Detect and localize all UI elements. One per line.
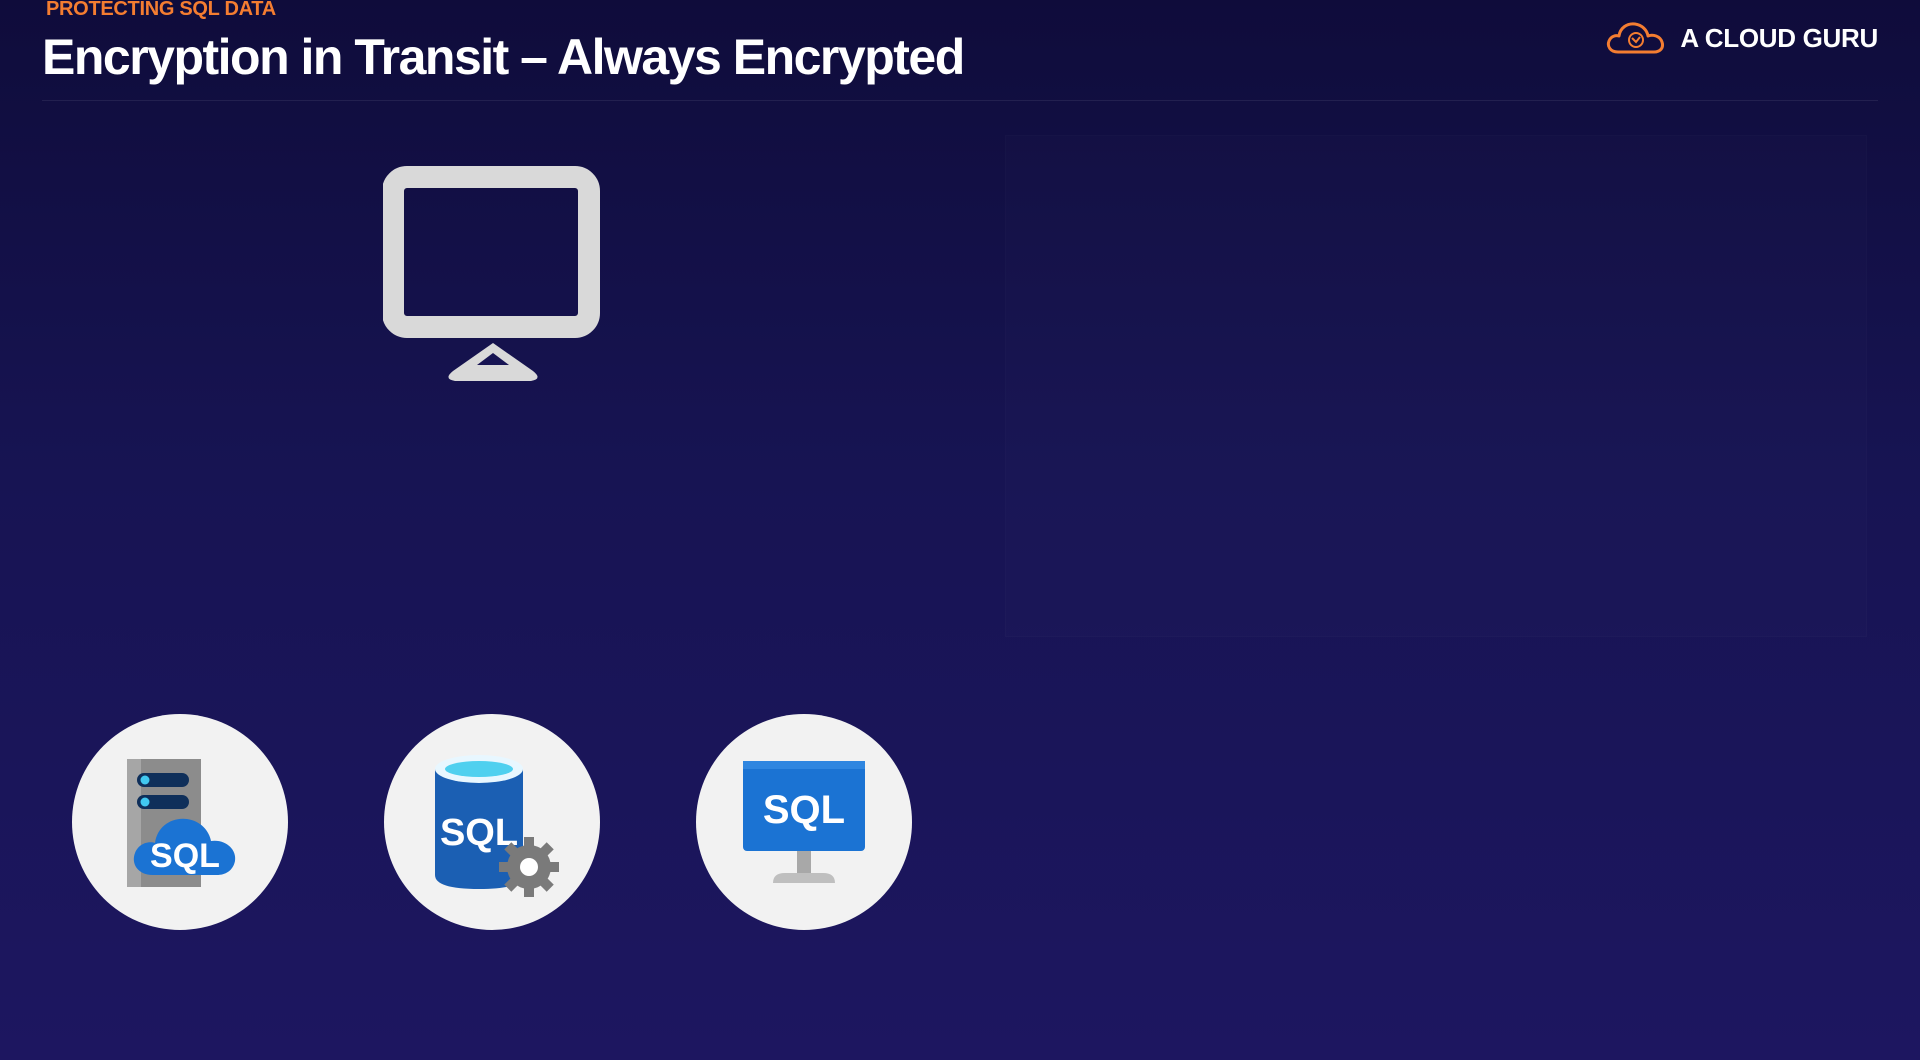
sql-server-cloud-circle: SQL <box>72 714 288 930</box>
section-eyebrow: PROTECTING SQL DATA <box>46 0 276 20</box>
cloud-logo-icon <box>1607 22 1665 54</box>
faded-panel <box>1005 135 1867 637</box>
gear-icon <box>499 837 559 897</box>
brand: A CLOUD GURU <box>1604 18 1878 58</box>
sql-database-circle: SQL <box>384 714 600 930</box>
sql-vm-circle: SQL <box>696 714 912 930</box>
sql-virtual-machine-icon: SQL <box>743 761 865 883</box>
sql-database-icon: SQL <box>435 755 559 897</box>
monitor-icon <box>383 166 600 381</box>
sql-server-cloud-icon: SQL <box>127 759 236 887</box>
header-divider <box>42 100 1878 101</box>
sql-text-1: SQL <box>150 837 220 875</box>
sql-text-3: SQL <box>763 788 845 832</box>
brand-name: A CLOUD GURU <box>1680 22 1878 53</box>
slide-title: Encryption in Transit – Always Encrypted <box>42 29 965 85</box>
